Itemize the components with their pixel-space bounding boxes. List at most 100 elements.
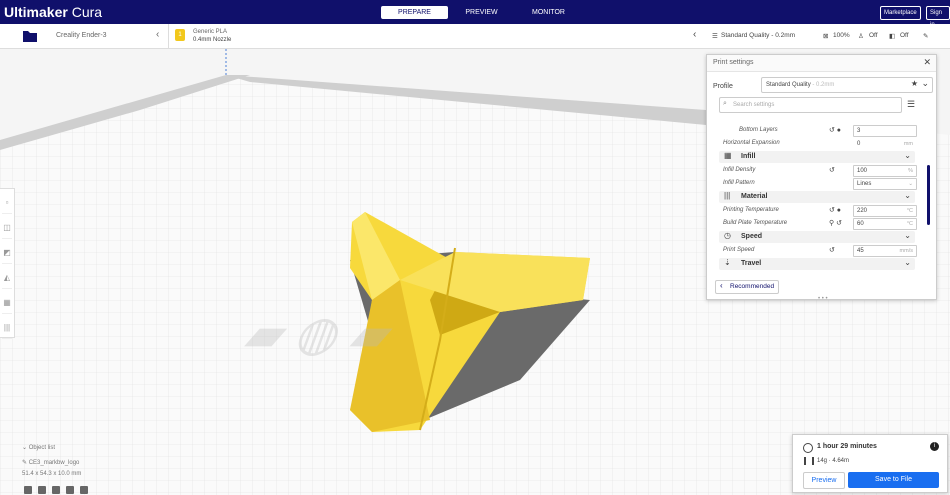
setting-dropdown[interactable]: Lines ⌄ <box>853 178 917 190</box>
panel-header: Print settings ✕ <box>707 55 936 72</box>
setting-field[interactable]: 220 °C <box>853 205 917 217</box>
chevron-down-icon: ⌄ <box>904 151 911 160</box>
object-dimensions: 51.4 x 54.3 x 10.0 mm <box>22 471 82 477</box>
star-icon[interactable]: ★ <box>911 79 918 88</box>
profile-sub: - 0.2mm <box>812 82 835 88</box>
setting-row[interactable]: Infill Density ↺ 100% <box>723 165 921 177</box>
profile-dropdown[interactable]: Standard Quality - 0.2mm ★ ⌄ <box>761 77 933 93</box>
setting-label: Print Speed <box>723 247 755 253</box>
setting-label: Build Plate Temperature <box>723 220 788 226</box>
infill-icon: ▦ <box>724 151 732 160</box>
setting-label: Infill Density <box>723 167 756 173</box>
quality-selector[interactable]: ☰ Standard Quality - 0.2mm ⊠ 100% ♙ Off … <box>705 24 950 48</box>
support-value: Off <box>869 32 878 39</box>
panel-title: Print settings <box>713 59 754 66</box>
reset-icon[interactable]: ↺ <box>829 166 835 174</box>
profile-label: Profile <box>713 83 733 90</box>
profile-value: Standard Quality <box>766 82 811 88</box>
close-icon[interactable]: ✕ <box>923 57 931 68</box>
clock-icon <box>803 443 813 453</box>
chevron-down-icon: ⌄ <box>904 191 911 200</box>
settings-menu-icon[interactable]: ☰ <box>907 99 915 110</box>
resize-grip-icon[interactable]: • • • <box>818 296 828 302</box>
adhesion-icon: ◧ <box>889 33 896 40</box>
info-icon[interactable]: i <box>930 442 939 451</box>
print-settings-panel: Print settings ✕ Profile Standard Qualit… <box>706 54 937 302</box>
search-placeholder: Search settings <box>733 102 775 108</box>
printer-selector[interactable]: Creality Ender-3 ‹ <box>48 24 169 48</box>
setting-row[interactable]: Horizontal Expansion 0 mm <box>723 138 921 150</box>
svg-text:▰ ◍ ▰: ▰ ◍ ▰ <box>239 306 402 360</box>
per-model-settings-icon[interactable]: ▦ <box>2 293 12 314</box>
tab-prepare[interactable]: PREPARE <box>381 6 448 19</box>
chevron-left-icon: ‹ <box>693 29 697 40</box>
settings-scrollbar[interactable] <box>927 165 930 225</box>
recommended-button[interactable]: ‹ Recommended <box>715 280 779 294</box>
scale-tool-icon[interactable]: ◫ <box>2 218 12 239</box>
quality-profile: Standard Quality - 0.2mm <box>721 32 796 39</box>
setting-field[interactable]: 3 <box>853 125 917 137</box>
left-view-icon[interactable] <box>66 486 74 494</box>
move-tool-icon[interactable]: ▫ <box>2 193 12 214</box>
setting-row[interactable]: Printing Temperature ↺ ● 220 °C <box>723 205 921 217</box>
tab-preview[interactable]: PREVIEW <box>448 6 515 19</box>
nozzle-name: 0.4mm Nozzle <box>193 37 232 43</box>
object-list-header[interactable]: ⌄ Object list <box>22 444 55 451</box>
right-view-icon[interactable] <box>80 486 88 494</box>
view-orientation-controls <box>24 486 88 494</box>
top-view-icon[interactable] <box>52 486 60 494</box>
print-time: 1 hour 29 minutes <box>817 443 877 450</box>
material-selector[interactable]: 1 Generic PLA 0.4mm Nozzle ‹ <box>170 24 704 48</box>
speed-icon: ◷ <box>724 231 731 240</box>
mirror-tool-icon[interactable]: ◭ <box>2 268 12 289</box>
material-icon: ||| <box>724 191 731 200</box>
category-infill[interactable]: ▦ Infill ⌄ <box>719 151 915 163</box>
search-icon: ⌕ <box>723 100 727 107</box>
category-travel[interactable]: ⇣ Travel ⌄ <box>719 258 915 270</box>
chevron-left-icon: ‹ <box>156 29 160 40</box>
adhesion-value: Off <box>900 32 909 39</box>
setting-label: Infill Pattern <box>723 180 755 186</box>
category-speed[interactable]: ◷ Speed ⌄ <box>719 231 915 243</box>
front-view-icon[interactable] <box>38 486 46 494</box>
stage-tabs: PREPARE PREVIEW MONITOR <box>381 6 582 19</box>
link-icon[interactable]: ⚲ ↺ <box>829 219 842 227</box>
rotate-tool-icon[interactable]: ◩ <box>2 243 12 264</box>
open-file-button[interactable] <box>17 26 43 46</box>
setting-label: Horizontal Expansion <box>723 140 780 146</box>
setting-row[interactable]: Bottom Layers ↺ ● 3 <box>723 125 921 137</box>
setting-row[interactable]: Build Plate Temperature ⚲ ↺ 60 °C <box>723 218 921 230</box>
preview-button[interactable]: Preview <box>803 472 845 489</box>
material-name: Generic PLA <box>193 29 228 35</box>
signin-button[interactable]: Sign in <box>926 6 950 28</box>
setting-row[interactable]: Print Speed ↺ 45 mm/s <box>723 245 921 257</box>
chevron-down-icon: ⌄ <box>904 258 911 267</box>
setting-label: Printing Temperature <box>723 207 779 213</box>
chevron-down-icon: ⌄ <box>921 78 929 88</box>
setting-field[interactable]: 60 °C <box>853 218 917 230</box>
tab-monitor[interactable]: MONITOR <box>515 6 582 19</box>
travel-icon: ⇣ <box>724 258 731 267</box>
setting-field[interactable]: 45 mm/s <box>853 245 917 257</box>
setting-row[interactable]: Infill Pattern Lines ⌄ <box>723 178 921 190</box>
setting-label: Bottom Layers <box>739 127 778 133</box>
pencil-icon: ✎ <box>923 33 929 40</box>
quality-icon: ☰ <box>712 33 718 40</box>
setting-field[interactable]: 0 mm <box>853 138 917 150</box>
search-input[interactable]: ⌕ Search settings <box>719 97 902 113</box>
print-estimate-panel: 1 hour 29 minutes i 14g · 4.64m Preview … <box>792 434 948 493</box>
support-blocker-icon[interactable]: ||| <box>2 318 12 339</box>
marketplace-button[interactable]: Marketplace <box>880 6 921 20</box>
category-material[interactable]: ||| Material ⌄ <box>719 191 915 203</box>
reset-icon[interactable]: ↺ ● <box>829 206 841 214</box>
reset-icon[interactable]: ↺ ● <box>829 126 841 134</box>
printer-name: Creality Ender-3 <box>56 32 107 39</box>
3d-view-icon[interactable] <box>24 486 32 494</box>
save-to-file-button[interactable]: Save to File <box>848 472 939 488</box>
infill-value: 100% <box>833 32 850 39</box>
top-bar: Ultimaker Cura PREPARE PREVIEW MONITOR M… <box>0 0 950 28</box>
spool-icon <box>804 457 814 465</box>
chevron-left-icon: ‹ <box>720 281 723 290</box>
setting-field[interactable]: 100% <box>853 165 917 177</box>
reset-icon[interactable]: ↺ <box>829 246 835 254</box>
